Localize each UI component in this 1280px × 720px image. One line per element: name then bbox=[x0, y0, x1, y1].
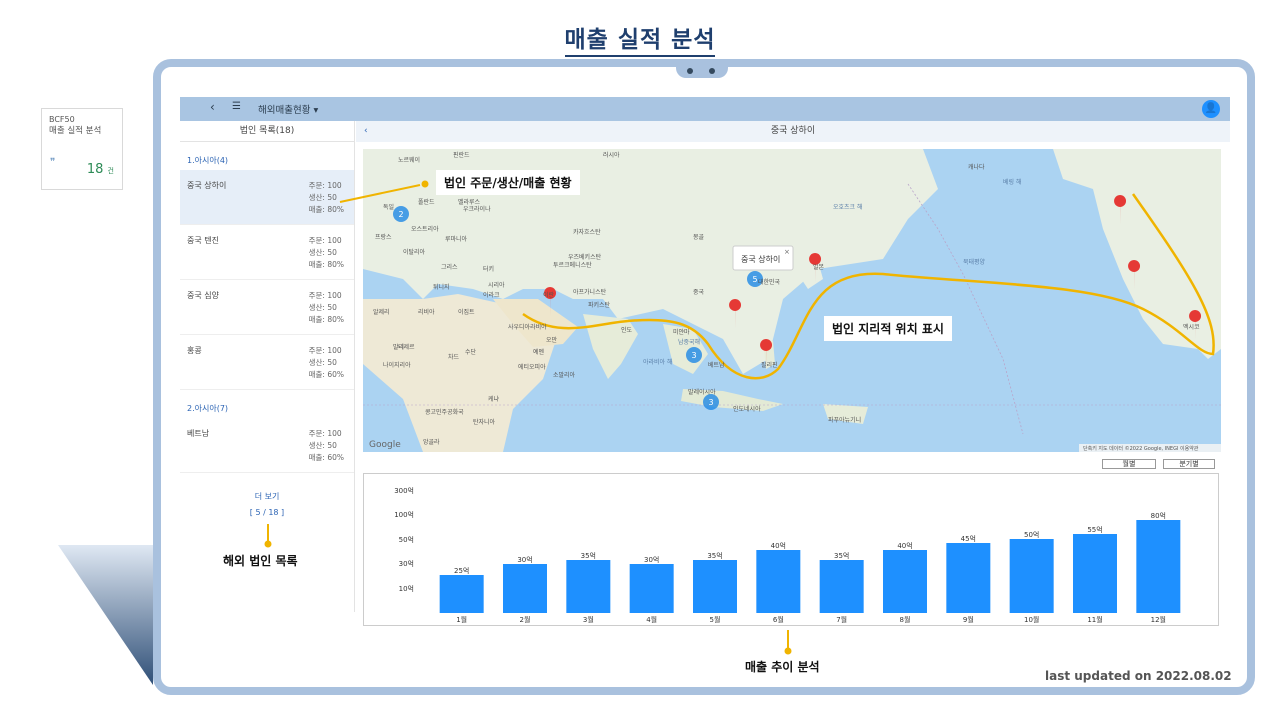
callout-list: 해외 법인 목록 bbox=[223, 554, 298, 568]
callout-trend: 매출 추이 분석 bbox=[745, 660, 820, 674]
callout-orders: 법인 주문/생산/매출 현황 bbox=[436, 170, 580, 195]
last-updated: last updated on 2022.08.02 bbox=[1045, 669, 1232, 683]
callout-geo: 법인 지리적 위치 표시 bbox=[824, 316, 952, 341]
callout-lines bbox=[264, 180, 792, 655]
